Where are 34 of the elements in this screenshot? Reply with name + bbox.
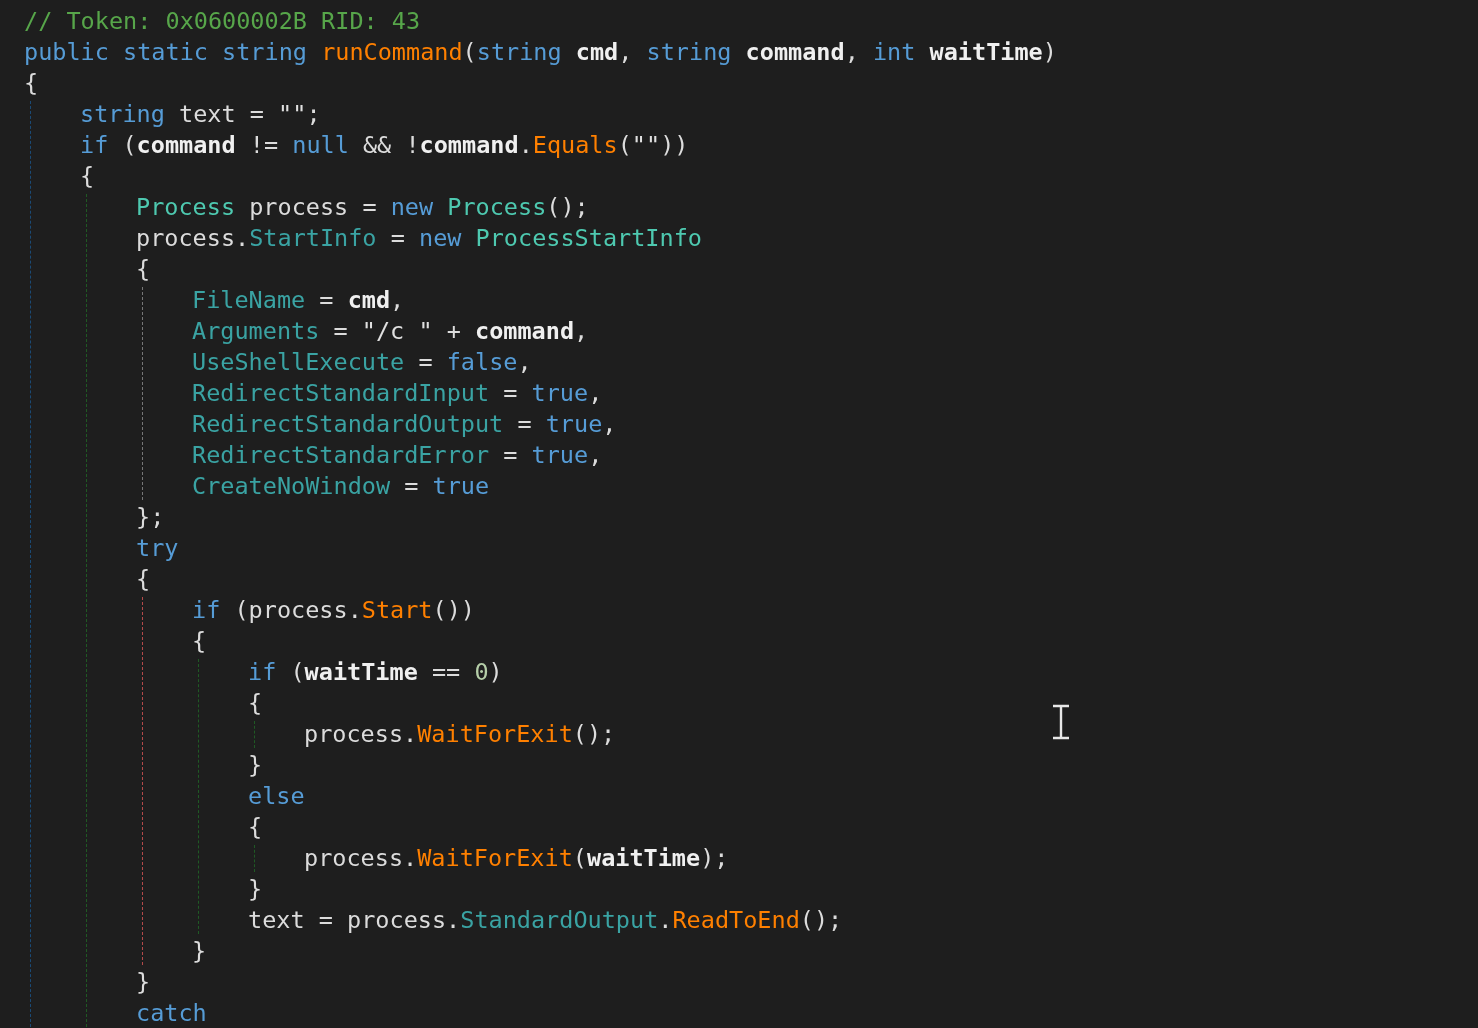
code-line: { xyxy=(192,626,207,657)
code-line: process.WaitForExit(waitTime); xyxy=(304,843,729,874)
code-line: } xyxy=(248,874,263,905)
code-line: if (waitTime == 0) xyxy=(248,657,503,688)
code-line: FileName = cmd, xyxy=(192,285,405,316)
code-line: process.WaitForExit(); xyxy=(304,719,616,750)
code-line: try xyxy=(136,533,179,564)
code-line: } xyxy=(192,936,207,967)
code-line: { xyxy=(136,254,151,285)
code-line: process.StartInfo = new ProcessStartInfo xyxy=(136,223,702,254)
code-line: if (command != null && !command.Equals("")) xyxy=(80,130,689,161)
code-line: RedirectStandardError = true, xyxy=(192,440,603,471)
code-line: { xyxy=(248,688,263,719)
code-line: { xyxy=(80,161,95,192)
code-line: CreateNoWindow = true xyxy=(192,471,490,502)
code-line: // Token: 0x0600002B RID: 43 xyxy=(24,6,421,37)
code-line: { xyxy=(24,68,39,99)
code-line: } xyxy=(248,750,263,781)
code-line: Process process = new Process(); xyxy=(136,192,589,223)
code-line: else xyxy=(248,781,305,812)
code-line: RedirectStandardInput = true, xyxy=(192,378,603,409)
code-line: if (process.Start()) xyxy=(192,595,475,626)
code-line: Arguments = "/c " + command, xyxy=(192,316,589,347)
code-line: }; xyxy=(136,502,165,533)
code-line: { xyxy=(136,564,151,595)
code-line: text = process.StandardOutput.ReadToEnd(); xyxy=(248,905,843,936)
code-line: { xyxy=(248,812,263,843)
code-line: } xyxy=(136,967,151,998)
text-cursor-icon xyxy=(1051,704,1071,740)
code-line: RedirectStandardOutput = true, xyxy=(192,409,617,440)
code-line: catch xyxy=(136,998,207,1028)
code-line: public static string runCommand(string cmd, string command, int waitTime) xyxy=(24,37,1057,68)
code-line: string text = ""; xyxy=(80,99,321,130)
code-line: UseShellExecute = false, xyxy=(192,347,532,378)
